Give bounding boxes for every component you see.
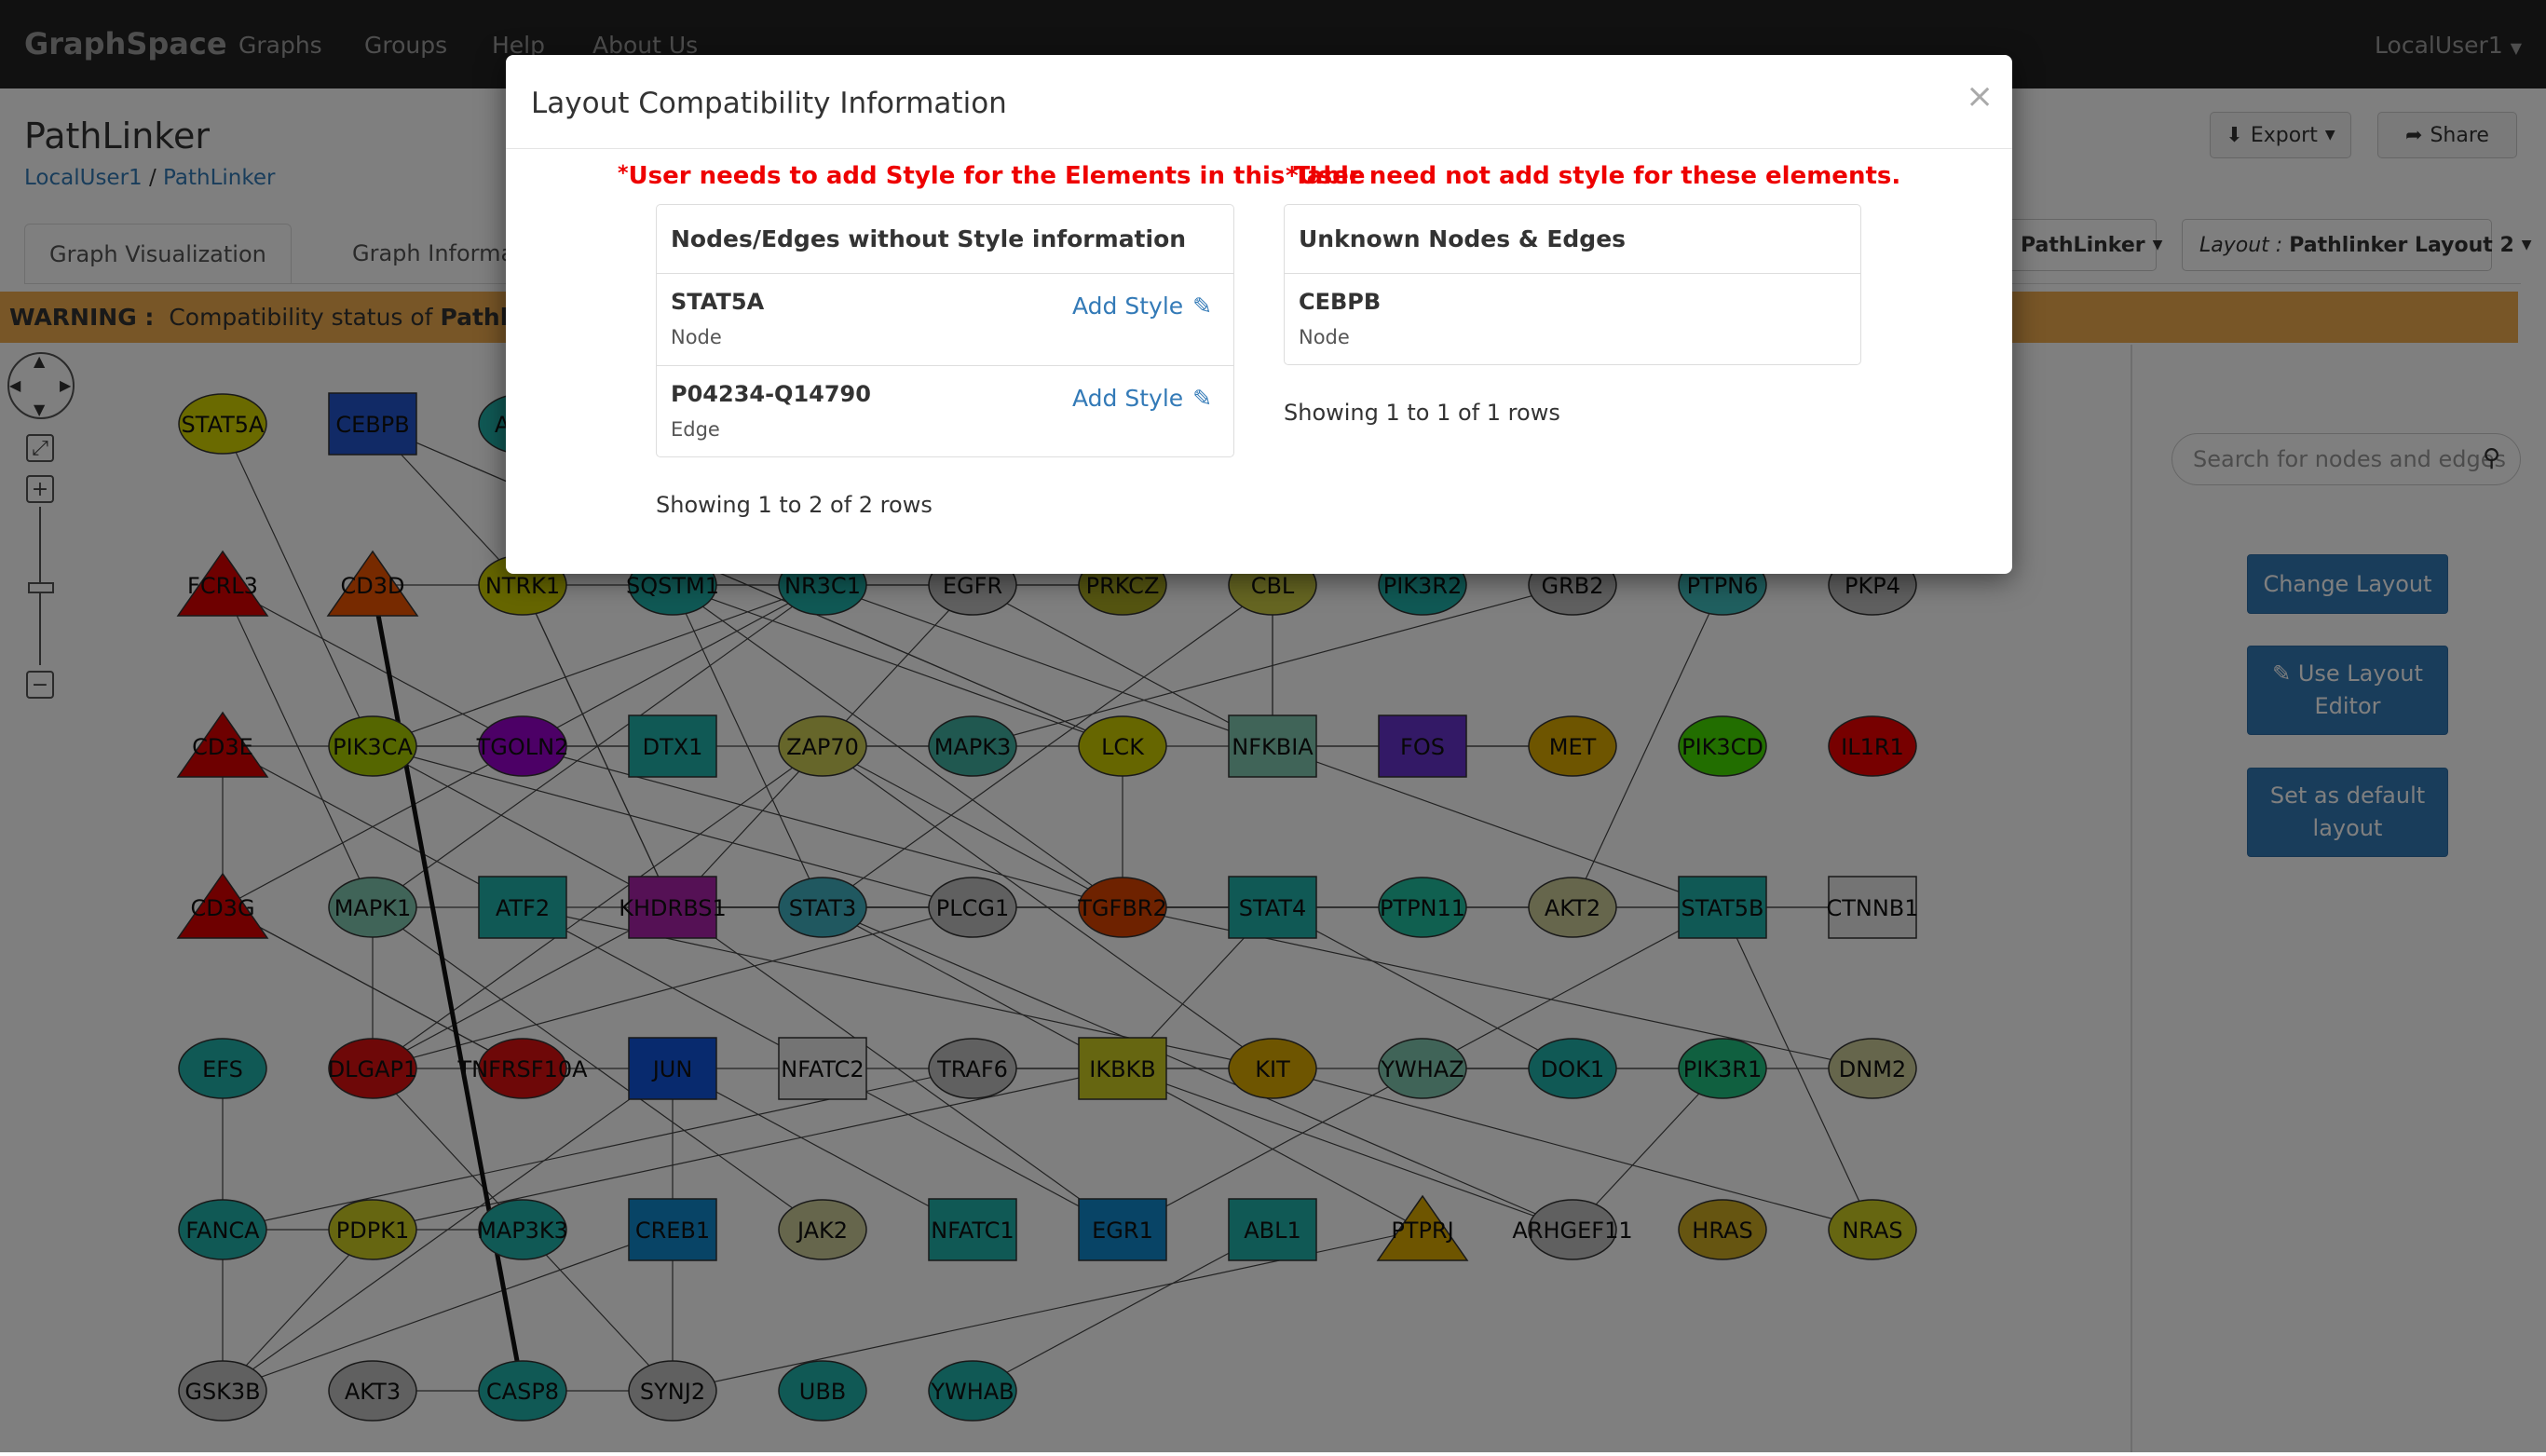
right-pagination-info: Showing 1 to 1 of 1 rows xyxy=(1284,400,1560,426)
left-note-star: * xyxy=(618,162,629,185)
add-style-label: Add Style xyxy=(1072,293,1184,320)
left-note-text: User needs to add Style for the Elements… xyxy=(628,162,1366,190)
left-pagination-info: Showing 1 to 2 of 2 rows xyxy=(656,492,933,518)
layout-compatibility-modal: Layout Compatibility Information × *User… xyxy=(506,55,2012,574)
unknown-elements-table-header: Unknown Nodes & Edges xyxy=(1299,225,1627,252)
element-type: Node xyxy=(671,326,722,348)
element-name: P04234-Q14790 xyxy=(671,381,871,407)
missing-style-table: Nodes/Edges without Style information ST… xyxy=(656,204,1234,457)
table-row: CEBPB Node xyxy=(1285,274,1860,365)
missing-style-table-header: Nodes/Edges without Style information xyxy=(671,225,1187,252)
modal-divider xyxy=(506,148,2012,149)
table-row: STAT5A Node Add Style ✎ xyxy=(657,274,1233,365)
element-type: Node xyxy=(1299,326,1350,348)
close-icon[interactable]: × xyxy=(1966,77,1994,116)
element-type: Edge xyxy=(671,418,720,441)
element-name: CEBPB xyxy=(1299,289,1382,315)
add-style-label: Add Style xyxy=(1072,385,1184,412)
element-name: STAT5A xyxy=(671,289,765,315)
pencil-icon: ✎ xyxy=(1192,293,1213,320)
table-row: P04234-Q14790 Edge Add Style ✎ xyxy=(657,366,1233,457)
modal-title: Layout Compatibility Information xyxy=(531,87,1007,120)
pencil-icon: ✎ xyxy=(1192,385,1213,412)
unknown-elements-table: Unknown Nodes & Edges CEBPB Node xyxy=(1284,204,1861,365)
add-style-button[interactable]: Add Style ✎ xyxy=(1072,385,1212,412)
left-note: *User needs to add Style for the Element… xyxy=(618,162,1366,190)
add-style-button[interactable]: Add Style ✎ xyxy=(1072,293,1212,320)
right-note: *User need not add style for these eleme… xyxy=(1286,162,1901,190)
